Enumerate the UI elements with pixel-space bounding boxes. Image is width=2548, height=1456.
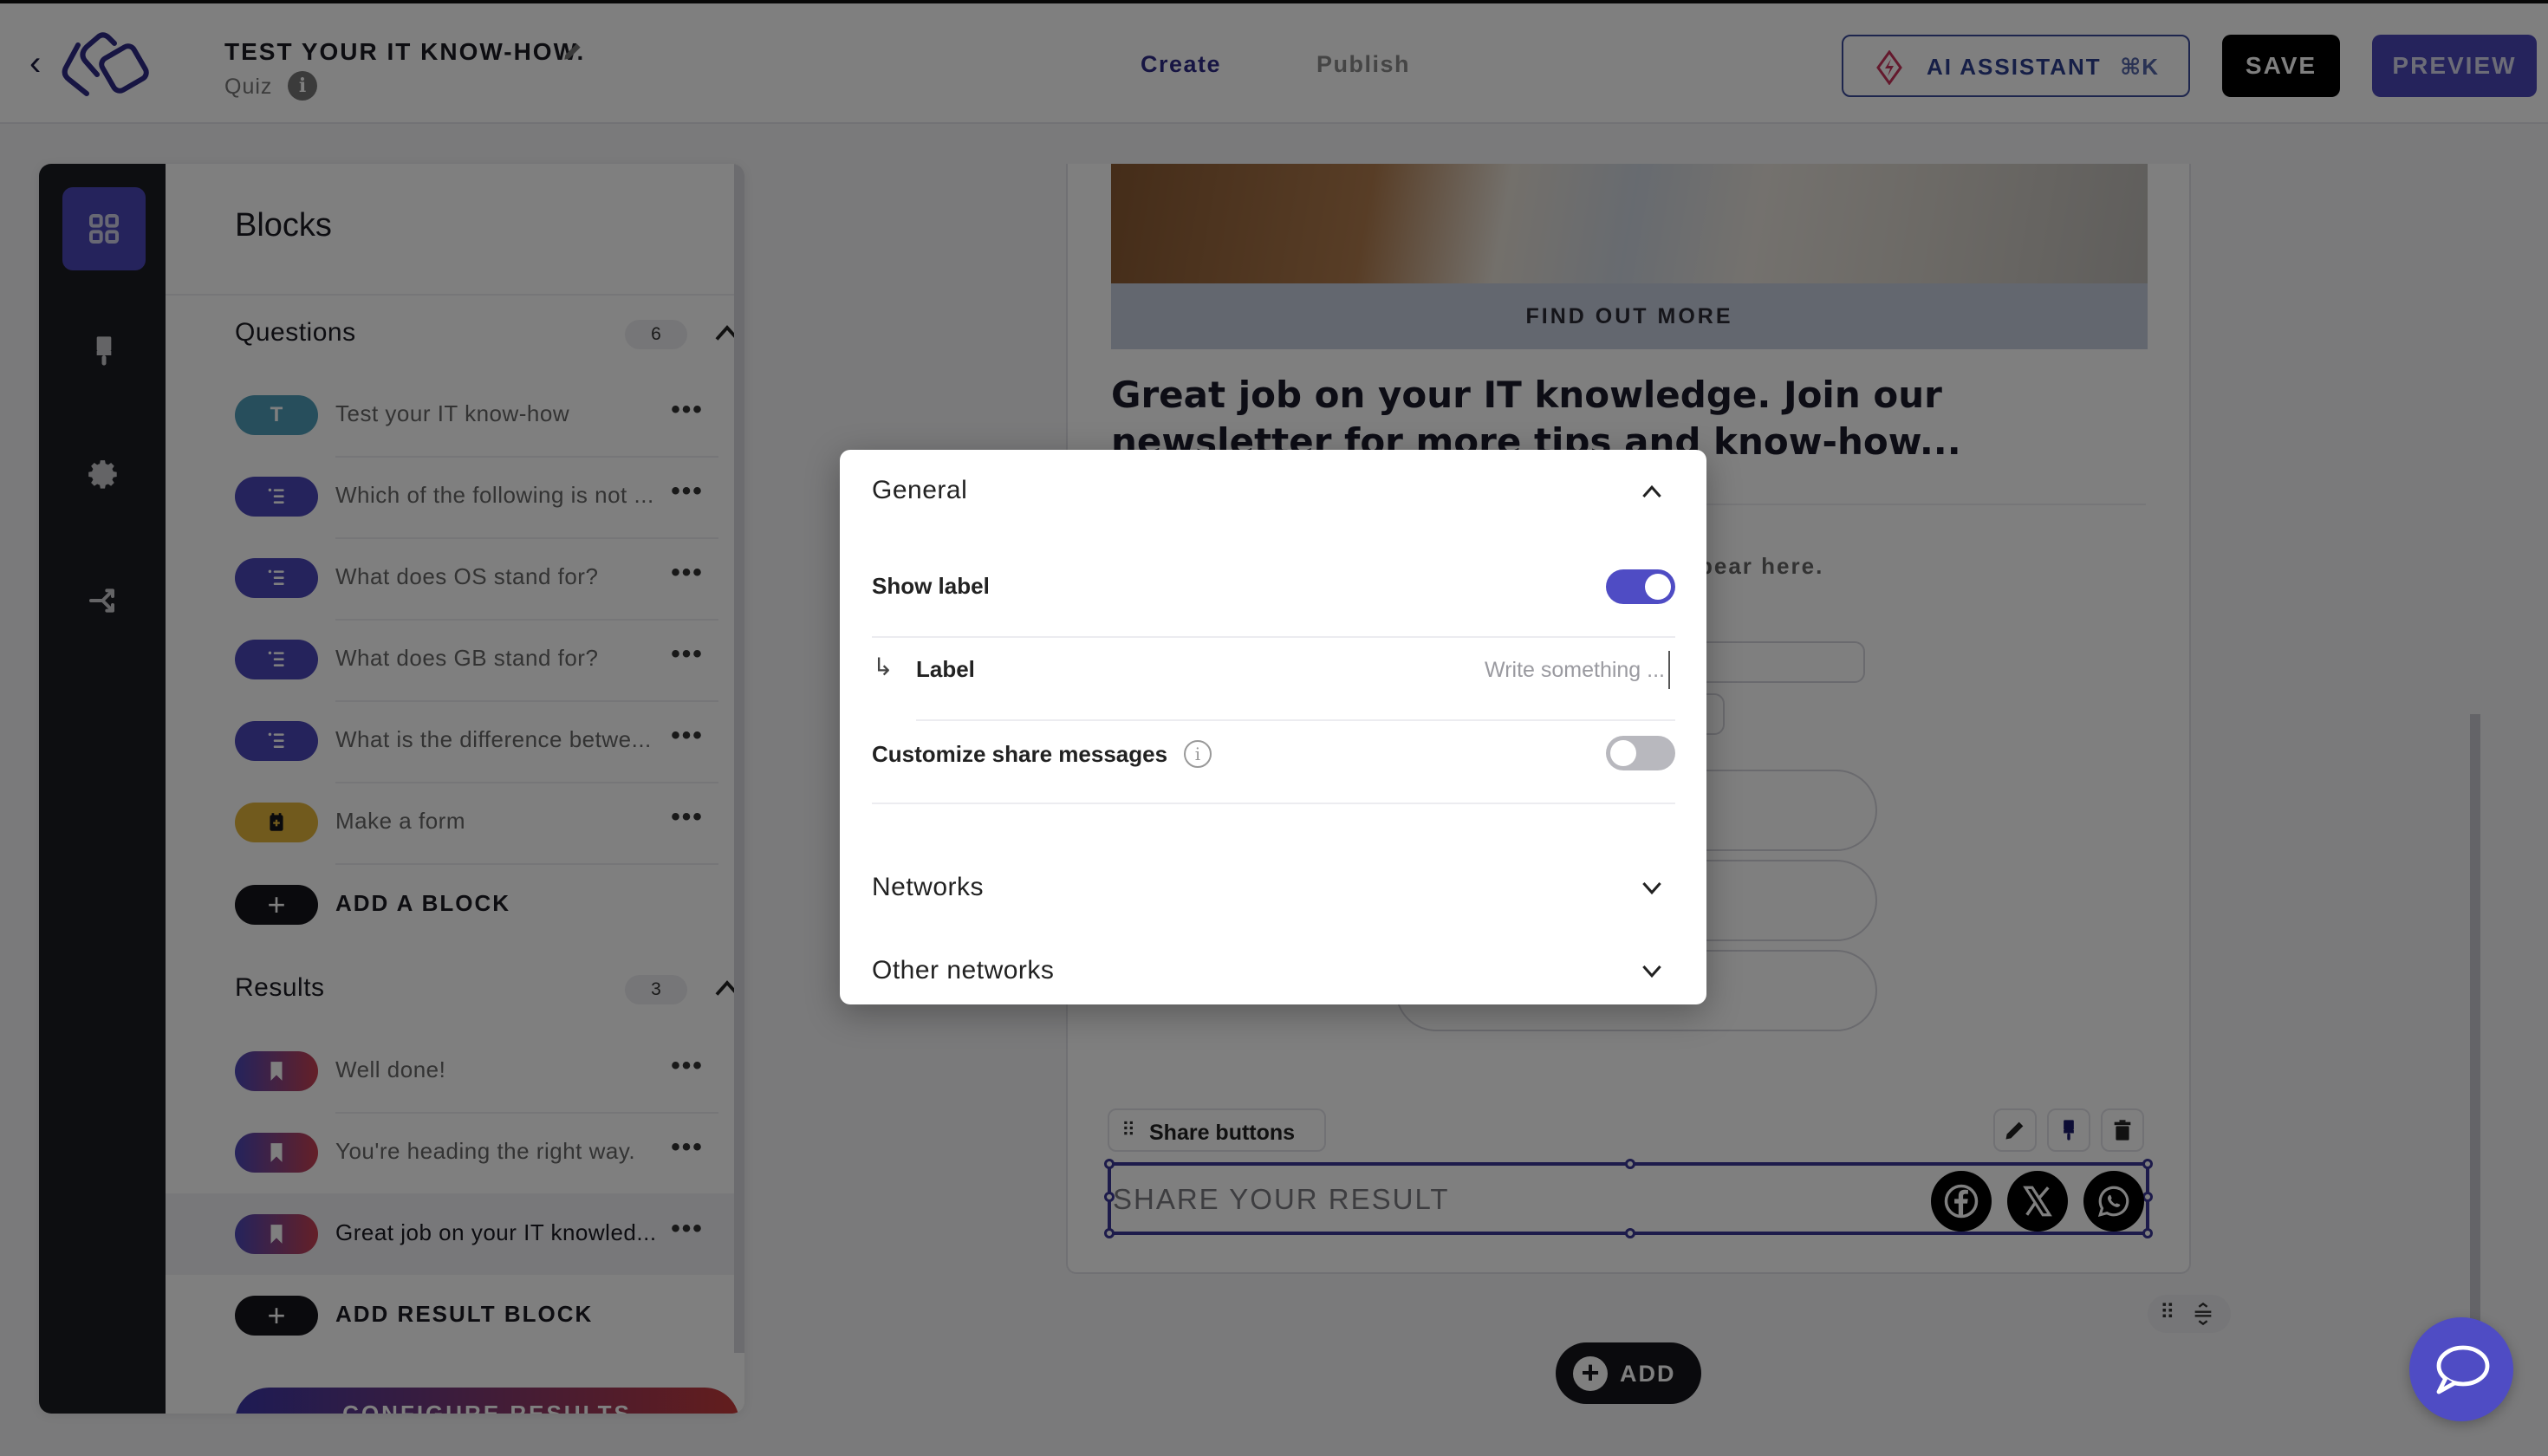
other-networks-section-title[interactable]: Other networks	[872, 956, 1054, 985]
divider	[872, 803, 1675, 804]
chevron-down-icon[interactable]	[1639, 961, 1665, 982]
label-field-label: Label	[916, 656, 975, 682]
divider	[916, 719, 1675, 721]
networks-section-title[interactable]: Networks	[872, 873, 984, 902]
chevron-down-icon[interactable]	[1639, 878, 1665, 899]
customize-share-text: Customize share messages	[872, 741, 1168, 767]
chat-bubble-icon	[2436, 1345, 2490, 1394]
customize-share-toggle[interactable]	[1606, 736, 1675, 770]
label-input[interactable]	[1325, 651, 1670, 689]
show-label-text: Show label	[872, 573, 990, 599]
info-icon[interactable]: i	[1184, 740, 1212, 768]
divider	[872, 636, 1675, 638]
sub-item-arrow-icon: ↳	[873, 653, 894, 680]
show-label-toggle[interactable]	[1606, 569, 1675, 604]
share-settings-modal: General Show label ↳ Label Customize sha…	[840, 450, 1706, 1004]
general-section-title[interactable]: General	[872, 476, 967, 505]
support-chat-button[interactable]	[2409, 1317, 2513, 1421]
chevron-up-icon[interactable]	[1639, 481, 1665, 502]
